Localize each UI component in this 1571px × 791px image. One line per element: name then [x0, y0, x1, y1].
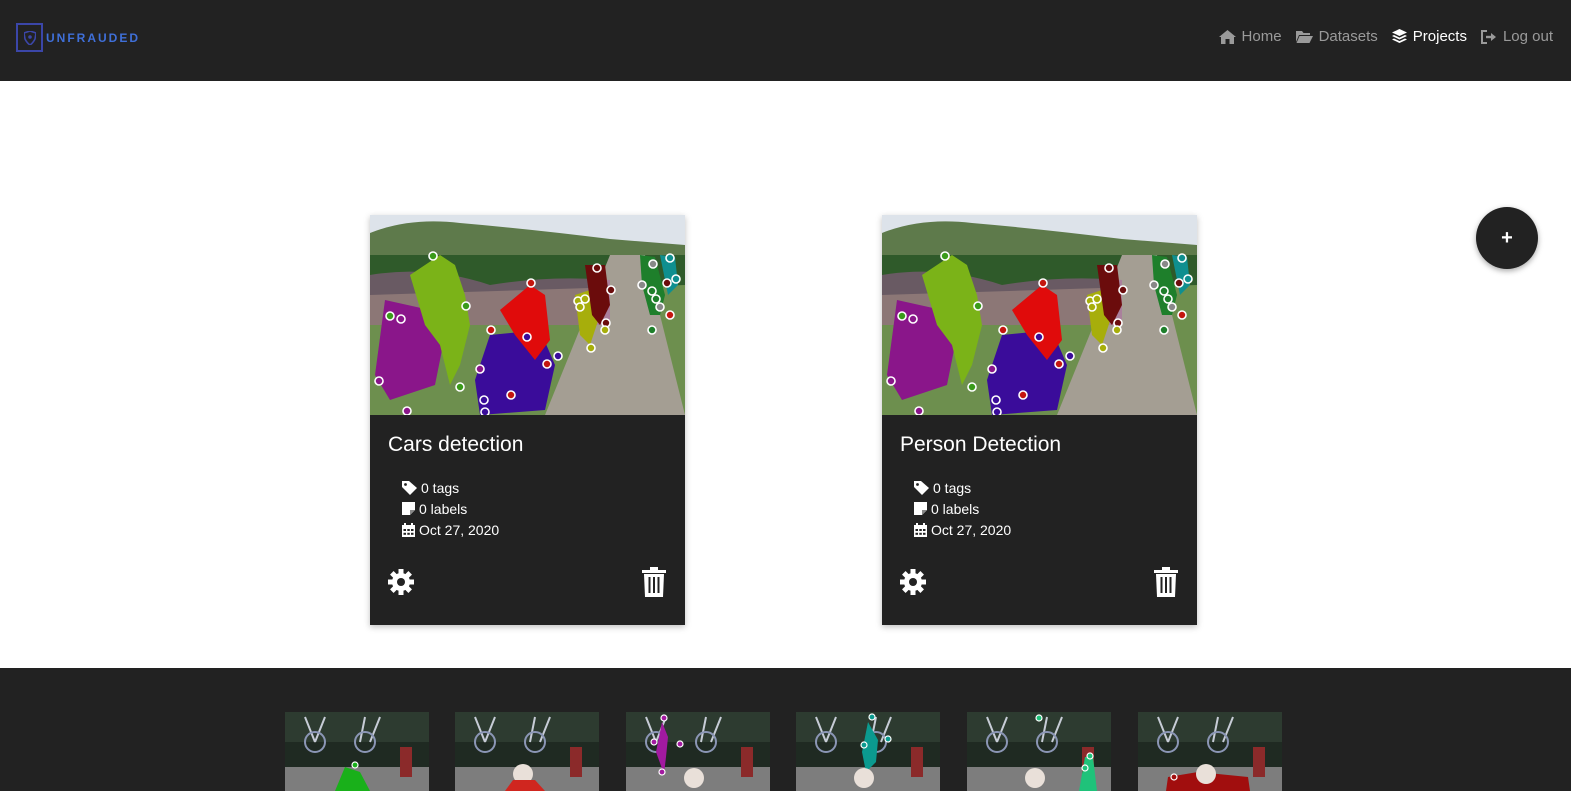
- labels-count: 0 labels: [402, 498, 499, 519]
- brand-name: UNFRAUDED: [46, 30, 140, 45]
- gallery-thumbnail[interactable]: [1138, 712, 1282, 791]
- tags-count: 0 tags: [402, 477, 499, 498]
- calendar-icon: [914, 522, 927, 537]
- tags-label: 0 tags: [933, 479, 972, 496]
- shield-logo-icon: [16, 23, 43, 52]
- gallery-thumbnail[interactable]: [455, 712, 599, 791]
- main-nav: Home Datasets Projects Log out: [1218, 28, 1553, 45]
- plus-icon: +: [1501, 226, 1513, 249]
- nav-logout[interactable]: Log out: [1480, 28, 1553, 45]
- project-meta: 0 tags 0 labels Oct 27, 2020: [402, 477, 499, 540]
- tag-icon: [402, 480, 417, 495]
- brand-logo[interactable]: UNFRAUDED: [16, 23, 140, 52]
- trash-icon: [642, 567, 666, 597]
- nav-datasets-label: Datasets: [1318, 28, 1378, 45]
- gallery-thumbnail[interactable]: [285, 712, 429, 791]
- project-title[interactable]: Person Detection: [900, 433, 1061, 457]
- project-meta: 0 tags 0 labels Oct 27, 2020: [914, 477, 1011, 540]
- gear-icon: [900, 569, 926, 595]
- footer-gallery: [0, 668, 1571, 791]
- layers-icon: [1391, 29, 1407, 43]
- gallery-thumbnail[interactable]: [796, 712, 940, 791]
- project-card[interactable]: Person Detection 0 tags 0 labels Oct 27,…: [882, 215, 1197, 625]
- nav-projects-label: Projects: [1412, 28, 1467, 45]
- add-project-button[interactable]: +: [1476, 207, 1538, 269]
- date-label: Oct 27, 2020: [419, 521, 500, 538]
- project-settings-button[interactable]: [899, 568, 927, 601]
- project-delete-button[interactable]: [1154, 567, 1178, 602]
- segmented-cyclists-image: [882, 215, 1197, 415]
- folder-open-icon: [1295, 31, 1313, 43]
- labels-count: 0 labels: [914, 498, 1011, 519]
- gallery-thumbnail[interactable]: [967, 712, 1111, 791]
- trash-icon: [1154, 567, 1178, 597]
- sticky-note-icon: [402, 502, 415, 515]
- nav-projects[interactable]: Projects: [1391, 28, 1467, 45]
- project-title[interactable]: Cars detection: [388, 433, 523, 457]
- top-navbar: UNFRAUDED Home Datasets Projects Log out: [0, 0, 1571, 81]
- project-card[interactable]: Cars detection 0 tags 0 labels Oct 27, 2…: [370, 215, 685, 625]
- calendar-icon: [402, 522, 415, 537]
- project-settings-button[interactable]: [387, 568, 415, 601]
- tag-icon: [914, 480, 929, 495]
- nav-home[interactable]: Home: [1218, 28, 1282, 45]
- tags-label: 0 tags: [421, 479, 460, 496]
- nav-home-label: Home: [1241, 28, 1282, 45]
- created-date: Oct 27, 2020: [914, 519, 1011, 540]
- created-date: Oct 27, 2020: [402, 519, 499, 540]
- nav-logout-label: Log out: [1502, 28, 1553, 45]
- labels-label: 0 labels: [419, 500, 468, 517]
- labels-label: 0 labels: [931, 500, 980, 517]
- sticky-note-icon: [914, 502, 927, 515]
- gear-icon: [388, 569, 414, 595]
- home-icon: [1218, 29, 1236, 44]
- segmented-cyclists-image: [370, 215, 685, 415]
- nav-datasets[interactable]: Datasets: [1295, 28, 1378, 45]
- logout-icon: [1480, 29, 1496, 44]
- tags-count: 0 tags: [914, 477, 1011, 498]
- gallery-thumbnail[interactable]: [626, 712, 770, 791]
- date-label: Oct 27, 2020: [931, 521, 1012, 538]
- project-delete-button[interactable]: [642, 567, 666, 602]
